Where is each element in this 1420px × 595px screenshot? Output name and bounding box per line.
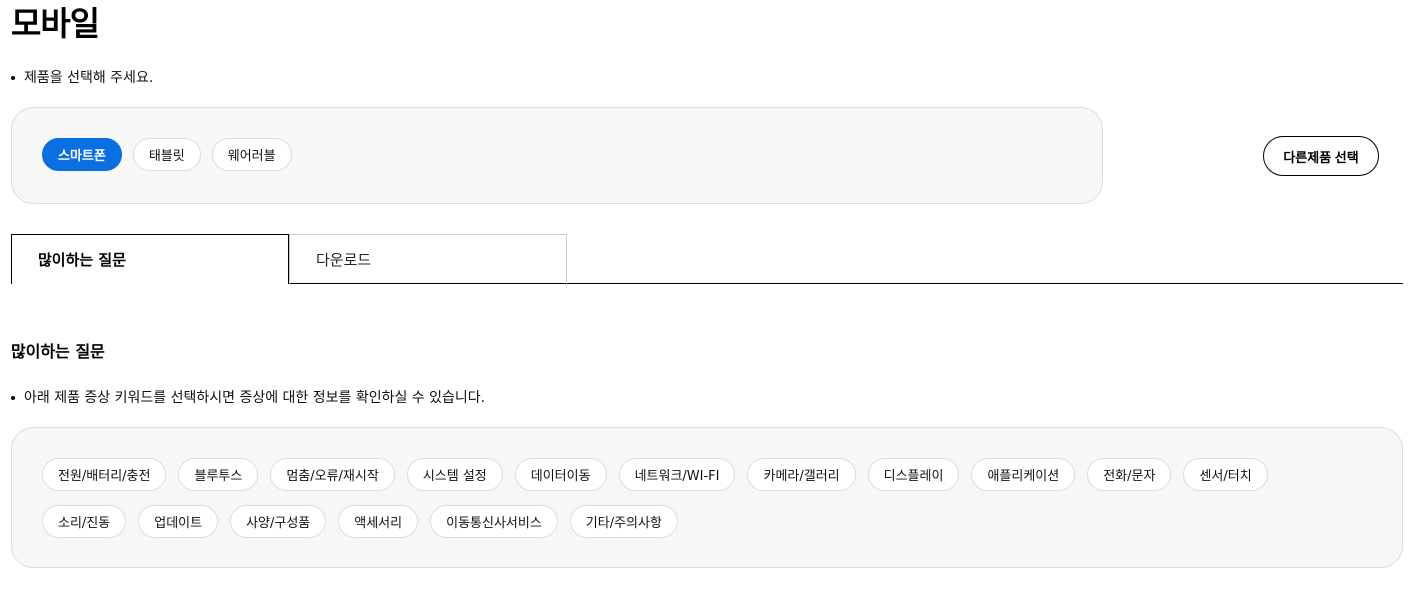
keyword-sensor-touch[interactable]: 센서/터치: [1183, 458, 1268, 491]
keyword-application[interactable]: 애플리케이션: [971, 458, 1076, 491]
keyword-call-message[interactable]: 전화/문자: [1087, 458, 1172, 491]
keyword-bluetooth[interactable]: 블루투스: [178, 458, 259, 491]
keyword-system-settings[interactable]: 시스템 설정: [406, 458, 503, 491]
keyword-accessories[interactable]: 액세서리: [338, 505, 419, 538]
tab-download[interactable]: 다운로드: [289, 234, 567, 284]
product-type-panel: 스마트폰 태블릿 웨어러블: [11, 107, 1103, 204]
product-type-tablet[interactable]: 태블릿: [132, 138, 201, 171]
page-title: 모바일: [11, 4, 100, 43]
symptom-keyword-list: 전원/배터리/충전 블루투스 멈춤/오류/재시작 시스템 설정 데이터이동 네트…: [42, 458, 1342, 538]
keyword-etc-precautions[interactable]: 기타/주의사항: [569, 505, 678, 538]
product-type-smartphone[interactable]: 스마트폰: [42, 138, 122, 171]
keyword-sound-vibration[interactable]: 소리/진동: [42, 505, 127, 538]
keyword-data-transfer[interactable]: 데이터이동: [514, 458, 607, 491]
tab-faq[interactable]: 많이하는 질문: [11, 234, 289, 284]
keyword-carrier-services[interactable]: 이동통신사서비스: [430, 505, 558, 538]
symptom-keyword-panel: 전원/배터리/충전 블루투스 멈춤/오류/재시작 시스템 설정 데이터이동 네트…: [11, 427, 1403, 568]
keyword-display[interactable]: 디스플레이: [867, 458, 960, 491]
faq-section-title: 많이하는 질문: [11, 342, 105, 361]
product-type-list: 스마트폰 태블릿 웨어러블: [42, 138, 292, 171]
keyword-camera-gallery[interactable]: 카메라/갤러리: [747, 458, 856, 491]
tab-bar: 많이하는 질문 다운로드: [11, 234, 1403, 284]
keyword-specs-components[interactable]: 사양/구성품: [230, 505, 327, 538]
product-type-wearable[interactable]: 웨어러블: [211, 138, 292, 171]
product-instruction: 제품을 선택해 주세요.: [11, 68, 153, 88]
faq-instruction: 아래 제품 증상 키워드를 선택하시면 증상에 대한 정보를 확인하실 수 있습…: [11, 388, 485, 408]
other-product-button[interactable]: 다른제품 선택: [1263, 136, 1379, 176]
keyword-network-wifi[interactable]: 네트워크/WI-FI: [618, 458, 736, 491]
keyword-freeze-error-restart[interactable]: 멈춤/오류/재시작: [270, 458, 395, 491]
keyword-power-battery-charging[interactable]: 전원/배터리/충전: [42, 458, 167, 491]
keyword-update[interactable]: 업데이트: [138, 505, 219, 538]
